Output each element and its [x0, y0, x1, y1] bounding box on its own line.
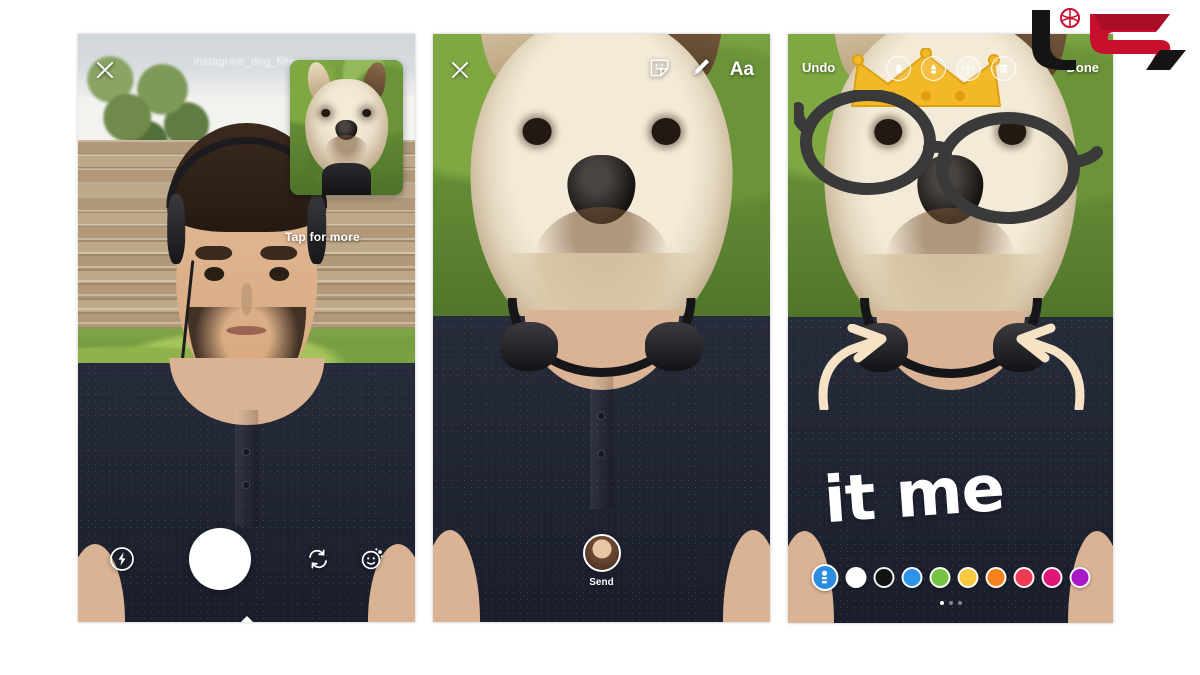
done-button[interactable]: Done	[1067, 60, 1100, 75]
dog-eye-left	[874, 118, 903, 145]
person-eye-left	[204, 266, 224, 281]
neck-headphone-right-cup	[645, 322, 703, 372]
color-palette	[811, 564, 1090, 591]
panel-preview: Aa Send	[433, 34, 770, 622]
swatch-purple[interactable]	[1069, 567, 1090, 588]
pen-icon[interactable]	[689, 56, 712, 84]
sticker-icon[interactable]	[648, 56, 671, 84]
thumbnail-dog-face	[303, 60, 390, 177]
pen-brush-icon[interactable]	[885, 56, 911, 81]
swatch-magenta[interactable]	[1041, 567, 1062, 588]
brush-tool-row	[885, 56, 1016, 81]
recipient-avatar[interactable]	[582, 534, 621, 572]
headphone-left-cup	[167, 193, 186, 265]
dog-eye-right	[998, 118, 1027, 145]
mode-caret-indicator	[239, 616, 254, 622]
screenshot-canvas: instagram_dog_filter Tap for more Aa Sen…	[0, 0, 1200, 675]
swatch-white[interactable]	[845, 567, 866, 588]
drawn-text-it-me[interactable]: it me	[822, 452, 1007, 538]
shoulder-left	[433, 530, 481, 622]
arrow-right-sticker[interactable]	[1005, 322, 1087, 413]
flash-icon[interactable]	[107, 544, 137, 574]
eraser-brush-icon[interactable]	[990, 56, 1016, 81]
swatch-black[interactable]	[873, 567, 894, 588]
face-filter-icon[interactable]	[357, 544, 387, 574]
page-dot[interactable]	[957, 601, 962, 605]
swatch-red[interactable]	[1013, 567, 1034, 588]
shutter-button[interactable]	[188, 528, 251, 590]
undo-button[interactable]: Undo	[802, 60, 835, 75]
thumbnail-photo	[290, 60, 403, 195]
send-control[interactable]: Send	[582, 534, 621, 588]
swatch-orange[interactable]	[985, 567, 1006, 588]
preview-toolbar: Aa	[648, 56, 754, 84]
glow-brush-icon[interactable]	[955, 56, 981, 81]
panel-draw: it me Undo Done	[788, 34, 1113, 623]
close-icon[interactable]	[449, 58, 471, 80]
palette-page-dots	[939, 601, 962, 605]
thumbnail-dog-collar	[321, 162, 372, 195]
person-eyebrow-right	[260, 245, 298, 260]
page-dot[interactable]	[939, 601, 944, 605]
send-label: Send	[589, 577, 614, 588]
swatch-blue[interactable]	[901, 567, 922, 588]
marker-brush-icon[interactable]	[920, 56, 946, 81]
swatch-yellow[interactable]	[957, 567, 978, 588]
swatch-green[interactable]	[929, 567, 950, 588]
dog-eye-left	[321, 109, 331, 117]
tap-for-more-label: Tap for more	[285, 230, 360, 244]
dog-face-filter-thumbnail[interactable]	[290, 60, 403, 195]
dog-eye-right	[362, 109, 372, 117]
page-dot[interactable]	[948, 601, 953, 605]
shirt-placket	[234, 409, 259, 527]
shoulder-right	[722, 530, 770, 622]
shirt-placket	[589, 371, 614, 509]
neck-headphone-left-cup	[500, 322, 558, 372]
text-icon[interactable]: Aa	[730, 59, 754, 81]
arrow-left-sticker[interactable]	[816, 323, 898, 413]
person-eyebrow-left	[195, 245, 233, 260]
camera-controls-row	[78, 526, 415, 592]
color-picker-icon[interactable]	[811, 564, 838, 591]
person-eye-right	[269, 266, 289, 281]
panel-camera: instagram_dog_filter Tap for more	[78, 34, 415, 622]
flip-camera-icon[interactable]	[303, 544, 333, 574]
